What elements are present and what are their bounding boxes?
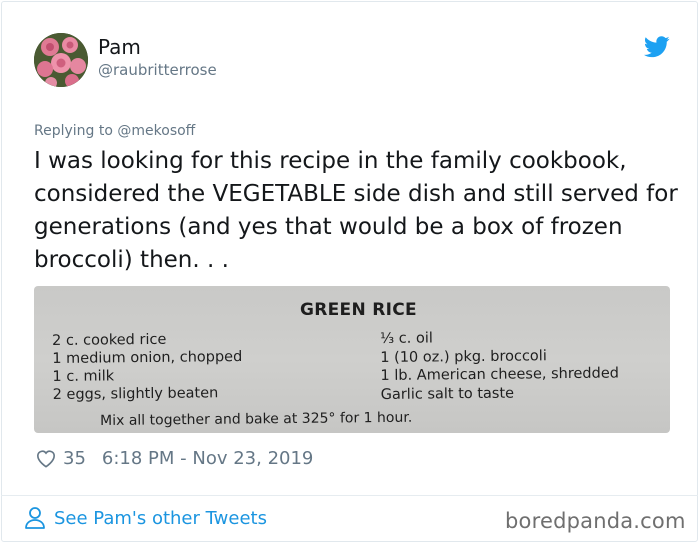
like-count[interactable]: 35: [63, 448, 86, 469]
recipe-instructions: Mix all together and bake at 325° for 1 …: [100, 409, 413, 429]
recipe-line: 1 c. milk: [52, 368, 115, 385]
tweet-meta: 35 6:18 PM - Nov 23, 2019: [35, 446, 313, 470]
recipe-line: 2 eggs, slightly beaten: [52, 385, 219, 403]
see-other-tweets-link[interactable]: See Pam's other Tweets: [24, 506, 267, 530]
author-handle[interactable]: @raubritterrose: [98, 61, 217, 79]
reply-context: Replying to @mekosoff: [34, 123, 195, 139]
reply-prefix: Replying to: [34, 123, 113, 139]
recipe-left-column: 2 c. cooked rice 1 medium onion, chopped…: [52, 330, 243, 404]
author-name[interactable]: Pam: [98, 35, 141, 59]
recipe-line: 1 lb. American cheese, shredded: [380, 365, 619, 384]
timestamp[interactable]: 6:18 PM - Nov 23, 2019: [102, 448, 313, 469]
twitter-bird-icon[interactable]: [644, 36, 670, 58]
avatar[interactable]: [34, 33, 88, 87]
watermark: boredpanda.com: [505, 509, 686, 533]
tweet-text: I was looking for this recipe in the fam…: [34, 148, 678, 273]
tweet-card: Pam @raubritterrose Replying to @mekosof…: [1, 1, 698, 542]
heart-icon[interactable]: [35, 448, 57, 468]
recipe-title: GREEN RICE: [300, 300, 417, 320]
see-other-tweets-label[interactable]: See Pam's other Tweets: [54, 508, 267, 529]
recipe-right-column: ⅓ c. oil 1 (10 oz.) pkg. broccoli 1 lb. …: [380, 328, 619, 404]
recipe-line: ⅓ c. oil: [380, 330, 433, 347]
person-icon: [25, 507, 45, 529]
recipe-line: Garlic salt to taste: [380, 385, 515, 403]
reply-to-handle[interactable]: @mekosoff: [117, 123, 195, 139]
recipe-line: 1 medium onion, chopped: [52, 349, 243, 367]
recipe-line: 2 c. cooked rice: [52, 331, 167, 349]
recipe-line: 1 (10 oz.) pkg. broccoli: [380, 347, 547, 366]
divider: [1, 495, 698, 496]
recipe-photo[interactable]: GREEN RICE 2 c. cooked rice 1 medium oni…: [34, 286, 670, 433]
